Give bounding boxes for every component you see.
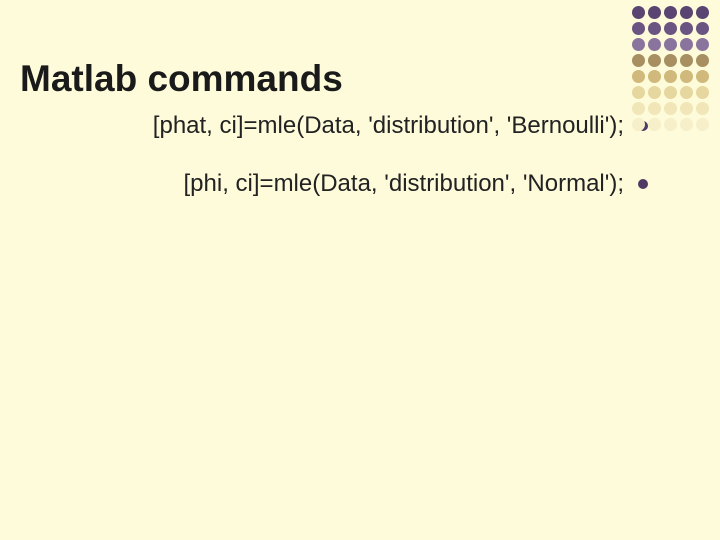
decor-dot-icon xyxy=(648,102,661,115)
decor-dot-icon xyxy=(664,118,677,131)
slide: Matlab commands [phat, ci]=mle(Data, 'di… xyxy=(0,0,720,540)
decor-dot-icon xyxy=(680,22,693,35)
decor-dot-icon xyxy=(648,22,661,35)
bullet-dot-icon xyxy=(638,179,648,189)
decor-dot-icon xyxy=(648,54,661,67)
decor-dot-icon xyxy=(696,38,709,51)
decor-dot-icon xyxy=(632,54,645,67)
decor-dot-icon xyxy=(664,38,677,51)
decor-dot-icon xyxy=(648,70,661,83)
decor-dot-icon xyxy=(680,6,693,19)
decor-dot-icon xyxy=(696,6,709,19)
corner-dot-grid-icon xyxy=(632,6,710,132)
decor-dot-icon xyxy=(696,86,709,99)
decor-dot-icon xyxy=(696,54,709,67)
slide-title: Matlab commands xyxy=(20,59,343,100)
decor-dot-icon xyxy=(632,102,645,115)
decor-dot-icon xyxy=(696,70,709,83)
decor-dot-icon xyxy=(632,118,645,131)
decor-dot-icon xyxy=(696,102,709,115)
decor-dot-icon xyxy=(680,86,693,99)
decor-dot-icon xyxy=(664,6,677,19)
bullet-text: [phi, ci]=mle(Data, 'distribution', 'Nor… xyxy=(184,170,624,198)
decor-dot-icon xyxy=(664,86,677,99)
decor-dot-icon xyxy=(664,70,677,83)
decor-dot-icon xyxy=(664,102,677,115)
decor-dot-icon xyxy=(664,22,677,35)
decor-dot-icon xyxy=(648,118,661,131)
decor-dot-icon xyxy=(680,118,693,131)
decor-dot-icon xyxy=(632,38,645,51)
decor-dot-icon xyxy=(632,6,645,19)
decor-dot-icon xyxy=(680,102,693,115)
decor-dot-icon xyxy=(632,70,645,83)
decor-dot-icon xyxy=(648,6,661,19)
bullet-item: [phi, ci]=mle(Data, 'distribution', 'Nor… xyxy=(56,170,648,198)
decor-dot-icon xyxy=(696,22,709,35)
bullet-list: [phat, ci]=mle(Data, 'distribution', 'Be… xyxy=(56,112,648,198)
bullet-item: [phat, ci]=mle(Data, 'distribution', 'Be… xyxy=(56,112,648,140)
decor-dot-icon xyxy=(632,86,645,99)
decor-dot-icon xyxy=(648,38,661,51)
decor-dot-icon xyxy=(680,38,693,51)
decor-dot-icon xyxy=(632,22,645,35)
decor-dot-icon xyxy=(680,70,693,83)
decor-dot-icon xyxy=(648,86,661,99)
decor-dot-icon xyxy=(696,118,709,131)
decor-dot-icon xyxy=(680,54,693,67)
bullet-text: [phat, ci]=mle(Data, 'distribution', 'Be… xyxy=(153,112,624,140)
decor-dot-icon xyxy=(664,54,677,67)
